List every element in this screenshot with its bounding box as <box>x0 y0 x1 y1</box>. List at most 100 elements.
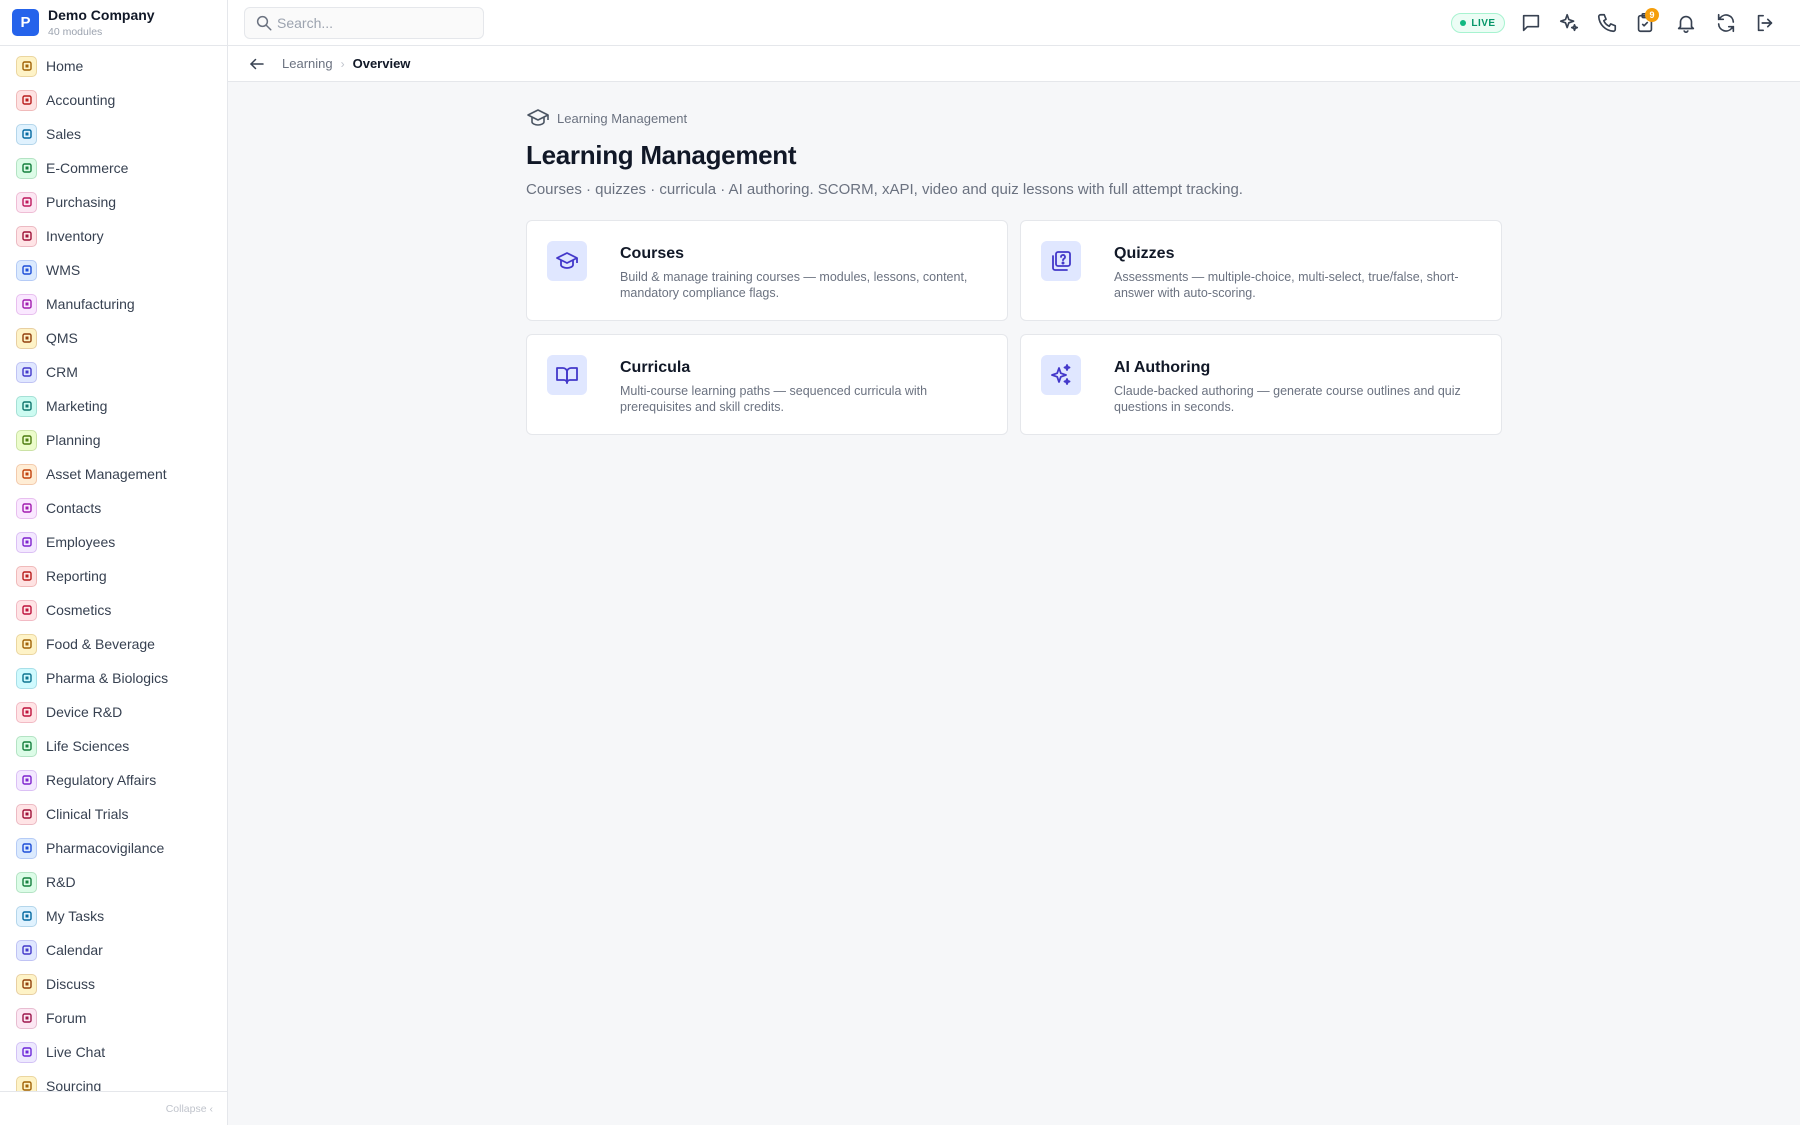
card-title: Quizzes <box>1114 245 1175 262</box>
sidebar-item-device-r-d[interactable]: Device R&D <box>0 695 227 729</box>
module-cards: Courses Build & manage training courses … <box>526 220 1502 435</box>
sidebar-item-r-d[interactable]: R&D <box>0 865 227 899</box>
page-description: Courses · quizzes · curricula · AI autho… <box>526 181 1243 198</box>
module-count: 40 modules <box>48 25 103 38</box>
tasks-button[interactable]: 9 <box>1631 8 1659 37</box>
sidebar-item-wms[interactable]: WMS <box>0 253 227 287</box>
card-quizzes[interactable]: Quizzes Assessments — multiple-choice, m… <box>1020 220 1502 321</box>
sidebar-item-e-commerce[interactable]: E-Commerce <box>0 151 227 185</box>
pill-bottle-icon <box>16 667 37 689</box>
tasks-count-badge: 9 <box>1645 8 1659 22</box>
sidebar-item-label: Home <box>46 58 84 74</box>
bar-chart-icon <box>16 565 37 587</box>
sidebar-item-asset-management[interactable]: Asset Management <box>0 457 227 491</box>
search-icon <box>256 15 272 31</box>
graduation-cap-icon <box>556 252 578 269</box>
sidebar-item-inventory[interactable]: Inventory <box>0 219 227 253</box>
headset-icon <box>16 1041 37 1063</box>
breadcrumb-separator: › <box>340 56 345 71</box>
card-title: AI Authoring <box>1114 359 1211 376</box>
search-box[interactable] <box>244 7 484 39</box>
sidebar-item-forum[interactable]: Forum <box>0 1001 227 1035</box>
sidebar-item-label: Calendar <box>46 942 103 958</box>
sparkles-icon <box>1559 13 1579 32</box>
sidebar-item-label: Pharma & Biologics <box>46 670 169 686</box>
sidebar-item-label: QMS <box>46 330 78 346</box>
card-curricula[interactable]: Curricula Multi-course learning paths — … <box>526 334 1008 435</box>
grid-icon <box>16 55 37 77</box>
microscope-icon <box>16 735 37 757</box>
sidebar-item-clinical-trials[interactable]: Clinical Trials <box>0 797 227 831</box>
notifications-button[interactable] <box>1672 9 1700 37</box>
sidebar-item-label: Life Sciences <box>46 738 130 754</box>
live-dot <box>1460 20 1467 26</box>
live-status-badge: LIVE <box>1451 13 1505 33</box>
sidebar-item-purchasing[interactable]: Purchasing <box>0 185 227 219</box>
breadcrumb-current: Overview <box>352 56 411 71</box>
sidebar-item-planning[interactable]: Planning <box>0 423 227 457</box>
sidebar-item-label: Manufacturing <box>46 296 135 312</box>
open-book-icon <box>556 367 578 384</box>
refresh-button[interactable] <box>1712 9 1740 37</box>
sidebar-item-label: Live Chat <box>46 1044 106 1060</box>
sidebar-item-cosmetics[interactable]: Cosmetics <box>0 593 227 627</box>
sidebar-item-sales[interactable]: Sales <box>0 117 227 151</box>
logout-button[interactable] <box>1751 9 1779 37</box>
breadcrumb-parent[interactable]: Learning <box>282 56 333 71</box>
messages-button[interactable] <box>1517 9 1545 37</box>
sidebar-item-calendar[interactable]: Calendar <box>0 933 227 967</box>
card-ai-authoring[interactable]: AI Authoring Claude-backed authoring — g… <box>1020 334 1502 435</box>
sidebar-item-live-chat[interactable]: Live Chat <box>0 1035 227 1069</box>
card-title: Courses <box>620 245 685 262</box>
collapse-button[interactable]: Collapse ‹ <box>0 1091 227 1125</box>
card-icon-container <box>1041 241 1081 281</box>
sidebar-item-label: CRM <box>46 364 78 380</box>
flask-icon <box>16 871 37 893</box>
back-button[interactable] <box>246 53 268 75</box>
box-icon <box>16 225 37 247</box>
sidebar-item-label: My Tasks <box>46 908 105 924</box>
sidebar-item-reporting[interactable]: Reporting <box>0 559 227 593</box>
search-input[interactable] <box>277 15 477 31</box>
tools-icon <box>16 463 37 485</box>
topbar: LIVE 9 <box>228 0 1800 46</box>
sidebar-item-crm[interactable]: CRM <box>0 355 227 389</box>
sidebar-nav: Home Accounting Sales E-Commerce Purchasing I… <box>0 46 227 1103</box>
sidebar-item-label: Device R&D <box>46 704 123 720</box>
sidebar-item-pharmacovigilance[interactable]: Pharmacovigilance <box>0 831 227 865</box>
sidebar-item-food-beverage[interactable]: Food & Beverage <box>0 627 227 661</box>
sidebar-item-accounting[interactable]: Accounting <box>0 83 227 117</box>
sidebar-item-label: Regulatory Affairs <box>46 772 157 788</box>
chat-icon <box>16 973 37 995</box>
megaphone-icon <box>16 395 37 417</box>
card-courses[interactable]: Courses Build & manage training courses … <box>526 220 1008 321</box>
sidebar-item-employees[interactable]: Employees <box>0 525 227 559</box>
sidebar-item-manufacturing[interactable]: Manufacturing <box>0 287 227 321</box>
ai-assistant-button[interactable] <box>1555 9 1583 37</box>
sidebar-item-label: Contacts <box>46 500 102 516</box>
card-description: Build & manage training courses — module… <box>620 270 968 300</box>
sidebar-item-regulatory-affairs[interactable]: Regulatory Affairs <box>0 763 227 797</box>
eyebrow-label: Learning Management <box>557 110 688 126</box>
gavel-icon <box>16 769 37 791</box>
company-logo: P <box>12 9 39 36</box>
live-label: LIVE <box>1471 17 1496 29</box>
sidebar-item-label: Purchasing <box>46 194 117 210</box>
sidebar-item-pharma-biologics[interactable]: Pharma & Biologics <box>0 661 227 695</box>
cog-icon <box>16 701 37 723</box>
forum-icon <box>16 1007 37 1029</box>
sidebar-item-marketing[interactable]: Marketing <box>0 389 227 423</box>
sidebar-item-life-sciences[interactable]: Life Sciences <box>0 729 227 763</box>
sidebar-item-home[interactable]: Home <box>0 49 227 83</box>
sidebar-item-label: Marketing <box>46 398 108 414</box>
section-eyebrow: Learning Management <box>526 106 1502 130</box>
sidebar-item-discuss[interactable]: Discuss <box>0 967 227 1001</box>
cart-icon <box>16 191 37 213</box>
phone-button[interactable] <box>1593 9 1621 37</box>
sidebar-item-qms[interactable]: QMS <box>0 321 227 355</box>
sidebar-item-contacts[interactable]: Contacts <box>0 491 227 525</box>
briefcase-icon <box>16 531 37 553</box>
company-switcher[interactable]: P Demo Company 40 modules <box>0 0 227 46</box>
sidebar-item-my-tasks[interactable]: My Tasks <box>0 899 227 933</box>
sidebar-item-label: Employees <box>46 534 116 550</box>
